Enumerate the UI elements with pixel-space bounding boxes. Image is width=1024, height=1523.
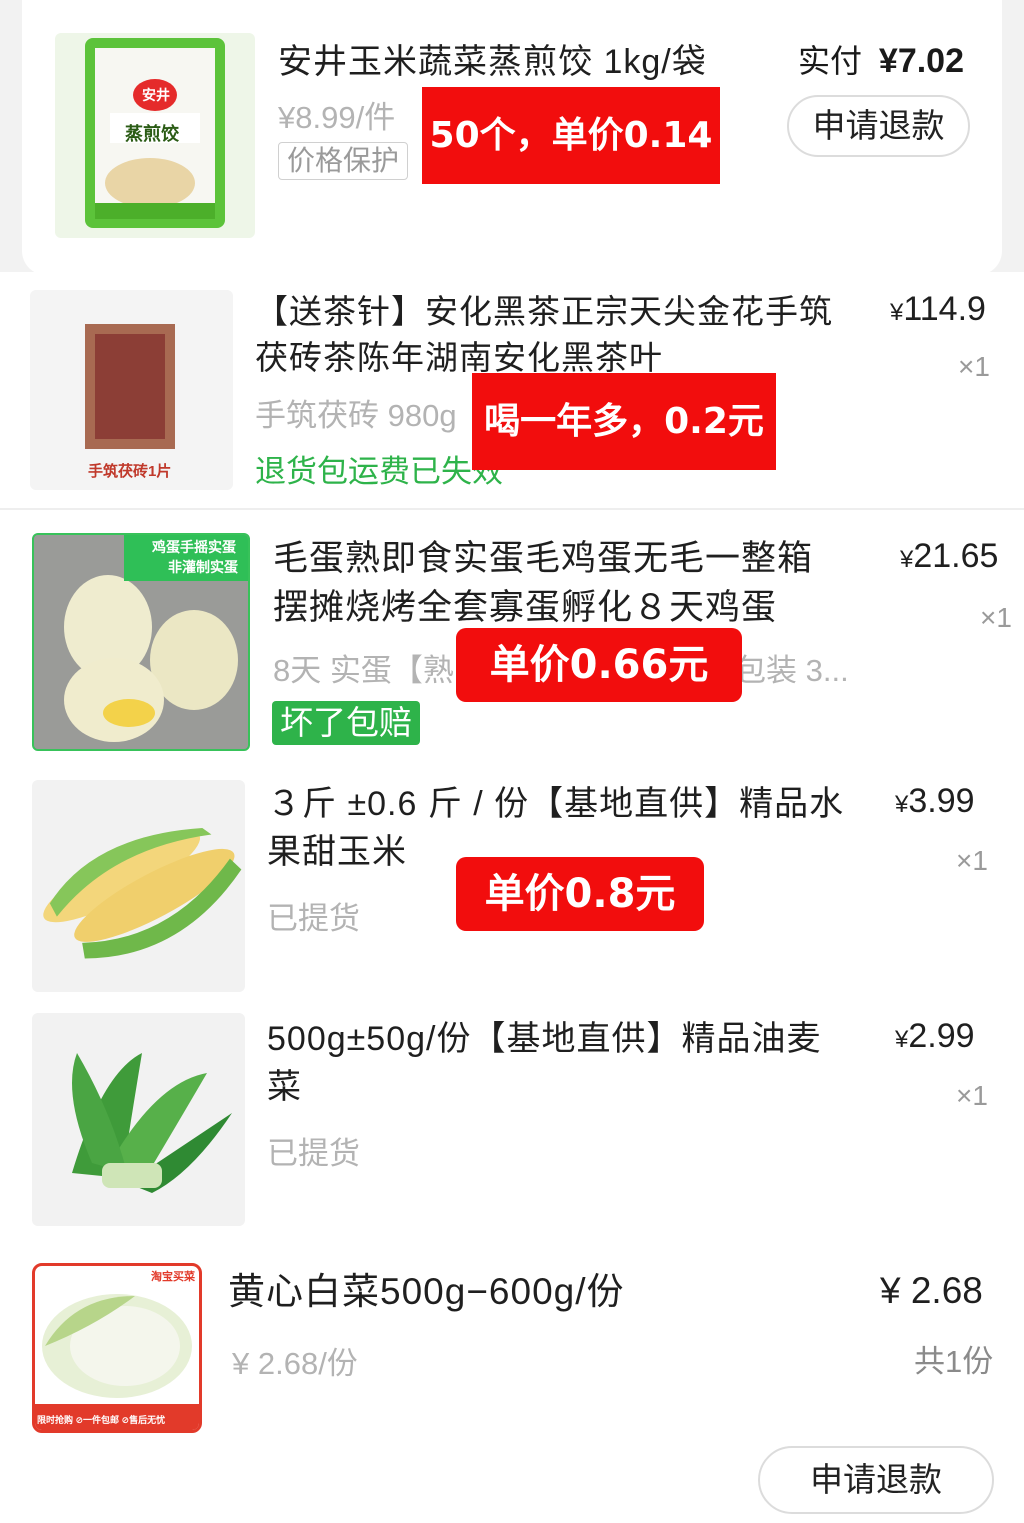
unit-price-annotation: 喝一年多，0.2元 — [472, 373, 776, 470]
unit-price-annotation: 单价0.66元 — [456, 628, 742, 702]
thumb-label: 非灌制实蛋 — [168, 559, 238, 575]
item-price: ¥114.9 — [890, 290, 986, 329]
item-price: ¥21.65 — [900, 537, 998, 576]
product-spec-tail: 包装 3... — [735, 653, 849, 688]
pickup-status: 已提货 — [267, 1136, 360, 1171]
unit-price-annotation: 50个，单价0.14元 — [422, 87, 720, 253]
thumb-footer: 限时抢购 ⊘一件包邮 ⊘售后无忧 — [37, 1415, 166, 1425]
product-image-cabbage[interactable]: 淘宝买菜 限时抢购 ⊘一件包邮 ⊘售后无忧 — [32, 1263, 202, 1433]
product-image-eggs[interactable]: 鸡蛋手摇实蛋 非灌制实蛋 — [32, 533, 250, 751]
price-value: 114.9 — [903, 290, 986, 328]
product-title[interactable]: 黄心白菜500g−600g/份 — [228, 1268, 625, 1316]
paid-label: 实付 — [798, 43, 863, 79]
currency-symbol: ¥ — [895, 791, 909, 818]
currency-symbol: ¥ — [895, 1026, 909, 1053]
item-quantity: ×1 — [956, 1080, 988, 1111]
product-spec: 手筑茯砖 980g — [255, 398, 457, 433]
product-title-line1[interactable]: ３斤 ±0.6 斤 / 份【基地直供】精品水 — [267, 780, 844, 828]
currency-symbol: ¥ — [890, 299, 904, 326]
product-title-line1[interactable]: 500g±50g/份【基地直供】精品油麦 — [267, 1015, 821, 1063]
price-value: 2.99 — [908, 1017, 975, 1055]
thumb-brand: 安井 — [142, 87, 170, 103]
product-image-dumplings[interactable]: 蒸煎饺 安井 — [55, 33, 255, 238]
thumb-label: 手筑茯砖1片 — [88, 463, 172, 480]
product-spec: 8天 实蛋【熟 — [273, 653, 454, 688]
pickup-status: 已提货 — [267, 901, 360, 936]
product-image-tea[interactable]: 手筑茯砖1片 — [30, 290, 233, 490]
currency-symbol: ¥ — [900, 546, 914, 573]
section-divider — [0, 508, 1024, 510]
thumb-label: 蒸煎饺 — [125, 124, 179, 144]
product-title-line1[interactable]: 【送茶针】安化黑茶正宗天尖金花手筑 — [255, 288, 833, 336]
damage-compensation-tag: 坏了包赔 — [272, 701, 420, 745]
unit-price: ¥ 2.68/份 — [232, 1346, 358, 1381]
thumb-label: 鸡蛋手摇实蛋 — [152, 539, 236, 555]
price-value: 3.99 — [908, 782, 975, 820]
item-quantity: ×1 — [980, 602, 1012, 633]
paid-amount: 实付 ¥7.02 — [798, 36, 964, 82]
product-image-lettuce[interactable] — [32, 1013, 245, 1226]
item-price: ¥2.99 — [895, 1017, 975, 1056]
price-value: 21.65 — [913, 537, 999, 575]
item-quantity: ×1 — [956, 845, 988, 876]
paid-value: ¥7.02 — [878, 42, 964, 80]
product-title-line2[interactable]: 摆摊烧烤全套寡蛋孵化８天鸡蛋 — [273, 584, 777, 632]
product-title-line2[interactable]: 菜 — [267, 1063, 302, 1111]
product-title-line2[interactable]: 果甜玉米 — [267, 828, 407, 876]
product-title-line1[interactable]: 毛蛋熟即食实蛋毛鸡蛋无毛一整箱 — [273, 535, 813, 583]
refund-button[interactable]: 申请退款 — [758, 1446, 994, 1514]
item-quantity: ×1 — [958, 351, 990, 382]
product-image-corn[interactable] — [32, 780, 245, 992]
refund-button[interactable]: 申请退款 — [787, 95, 970, 157]
product-title[interactable]: 安井玉米蔬菜蒸煎饺 1kg/袋 — [278, 38, 707, 86]
price-protection-tag[interactable]: 价格保护 — [278, 142, 409, 180]
item-price: ¥3.99 — [895, 782, 975, 821]
item-price: ¥ 2.68 — [880, 1270, 983, 1311]
return-shipping-status: 退货包运费已失效 — [255, 454, 503, 489]
item-quantity: 共1份 — [914, 1344, 994, 1379]
thumb-badge: 淘宝买菜 — [151, 1271, 195, 1283]
unit-price: ¥8.99/件 — [278, 100, 396, 135]
unit-price-annotation: 单价0.8元 — [456, 857, 704, 931]
